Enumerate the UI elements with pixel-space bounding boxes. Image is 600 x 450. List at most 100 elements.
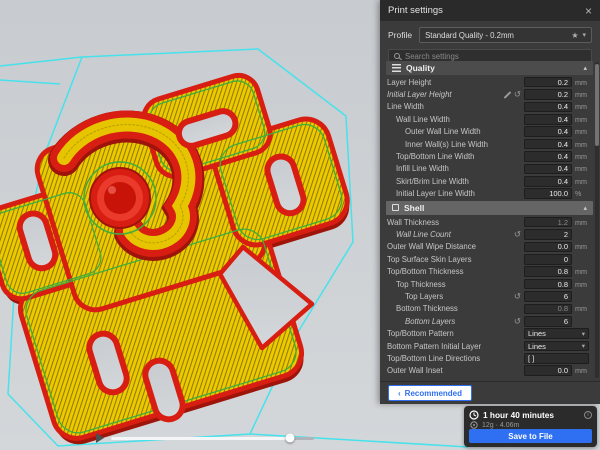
setting-row[interactable]: Initial Layer Line Width100.0% [380,188,593,200]
simulation-slider[interactable] [96,430,314,446]
setting-value-field[interactable]: 0.4 [524,126,572,137]
setting-row[interactable]: Top/Bottom Thickness0.8mm [380,265,593,277]
setting-value-field[interactable]: 100.0 [524,188,572,199]
quality-icon [392,64,401,72]
close-icon[interactable]: × [585,5,592,17]
setting-value-field[interactable]: 0 [524,254,572,265]
setting-row[interactable]: Wall Line Count↺2 [380,228,593,240]
setting-value-field[interactable]: 0.8 [524,304,572,315]
setting-value-field[interactable]: 0.4 [524,102,572,113]
panel-title: Print settings [388,5,443,16]
setting-row[interactable]: Outer Wall Inset0.0mm [380,365,593,377]
setting-unit: mm [575,242,589,251]
setting-label: Top Surface Skin Layers [387,255,521,264]
settings-list[interactable]: Quality▴Layer Height0.2mmInitial Layer H… [380,60,593,380]
reset-icon[interactable]: ↺ [514,292,521,301]
setting-unit: % [575,189,589,198]
setting-label: Initial Layer Height [387,90,500,99]
material-spool-icon [470,421,478,429]
setting-row[interactable]: Bottom Thickness0.8mm [380,303,593,315]
setting-row[interactable]: Top Thickness0.8mm [380,278,593,290]
reset-icon[interactable]: ↺ [514,317,521,326]
slider-track[interactable] [111,437,314,440]
scrollbar-thumb[interactable] [595,64,599,146]
setting-value-field[interactable]: 0.0 [524,242,572,253]
setting-row[interactable]: Wall Thickness1.2mm [380,216,593,228]
recommended-label: Recommended [405,389,462,398]
reset-icon[interactable]: ↺ [514,90,521,99]
slider-progress [111,437,290,440]
dropdown-value: Lines [528,329,546,338]
setting-row[interactable]: Inner Wall(s) Line Width0.4mm [380,138,593,150]
setting-dropdown[interactable]: Lines ▾ [524,328,589,339]
setting-value-field[interactable]: 0.4 [524,151,572,162]
setting-label: Layer Height [387,78,521,87]
setting-row[interactable]: Outer Wall Wipe Distance0.0mm [380,241,593,253]
setting-value-field[interactable]: 0.2 [524,77,572,88]
setting-row[interactable]: Line Width0.4mm [380,101,593,113]
setting-label: Line Width [387,102,521,111]
setting-row[interactable]: Top Surface Skin Layers0 [380,253,593,265]
setting-value-field[interactable]: 1.2 [524,217,572,228]
play-icon[interactable] [96,433,104,443]
print-job-summary: 1 hour 40 minutes i 12g · 4.06m Save to … [464,406,597,447]
setting-value-field[interactable]: 0.4 [524,139,572,150]
setting-row[interactable]: Bottom Pattern Initial LayerLines▾ [380,340,593,352]
save-to-file-button[interactable]: Save to File [469,429,592,443]
section-title: Quality [406,63,435,73]
chevron-up-icon: ▴ [583,204,587,212]
setting-row[interactable]: Wall Line Width0.4mm [380,113,593,125]
scrollbar[interactable] [595,62,599,378]
setting-unit: mm [575,164,589,173]
setting-label: Top/Bottom Line Width [396,152,521,161]
section-header-quality[interactable]: Quality▴ [386,61,593,75]
setting-label: Bottom Layers [405,317,511,326]
setting-label: Inner Wall(s) Line Width [405,140,521,149]
setting-row[interactable]: Top/Bottom Line Width0.4mm [380,150,593,162]
setting-unit: mm [575,127,589,136]
setting-value-field[interactable]: 0.2 [524,89,572,100]
reset-icon[interactable]: ↺ [514,230,521,239]
star-icon[interactable]: ★ [571,31,578,40]
setting-unit: mm [575,218,589,227]
setting-value-field[interactable]: 0.8 [524,279,572,290]
setting-value-field[interactable]: 6 [524,316,572,327]
setting-row[interactable]: Infill Line Width0.4mm [380,163,593,175]
setting-row[interactable]: Initial Layer Height↺0.2mm [380,88,593,100]
setting-unit: mm [575,267,589,276]
setting-value-field[interactable]: 0.4 [524,114,572,125]
setting-row[interactable]: Bottom Layers↺6 [380,315,593,327]
setting-row[interactable]: Layer Height0.2mm [380,76,593,88]
recommended-button[interactable]: ‹ Recommended [388,385,472,401]
setting-row[interactable]: Top/Bottom PatternLines▾ [380,327,593,339]
profile-dropdown[interactable]: Standard Quality - 0.2mm ★ ▾ [419,27,592,43]
setting-unit: mm [575,78,589,87]
setting-value-field[interactable]: 0.8 [524,266,572,277]
setting-value-field[interactable]: 0.0 [524,365,572,376]
info-icon[interactable]: i [584,411,592,419]
shell-icon [392,204,399,211]
setting-value-field[interactable]: 2 [524,229,572,240]
setting-label: Bottom Pattern Initial Layer [387,342,521,351]
model-cylinder [84,162,156,234]
setting-row[interactable]: Outer Wall Line Width0.4mm [380,126,593,138]
setting-label: Outer Wall Line Width [405,127,521,136]
chevron-down-icon: ▾ [582,31,586,39]
setting-value-field[interactable]: 0.4 [524,164,572,175]
setting-text-field[interactable]: [ ] [524,353,589,364]
chevron-down-icon: ▾ [582,330,585,338]
pencil-icon[interactable] [503,91,511,99]
setting-row[interactable]: Top Layers↺6 [380,290,593,302]
setting-row[interactable]: Top/Bottom Line Directions[ ] [380,352,593,364]
material-usage: 12g · 4.06m [482,422,519,429]
slider-handle[interactable] [285,434,294,443]
back-chevron-icon: ‹ [398,389,401,398]
clock-icon [469,410,479,420]
setting-unit: mm [575,140,589,149]
setting-value-field[interactable]: 0.4 [524,176,572,187]
setting-row[interactable]: Skirt/Brim Line Width0.4mm [380,175,593,187]
setting-value-field[interactable]: 6 [524,291,572,302]
setting-dropdown[interactable]: Lines▾ [524,341,589,352]
setting-unit: mm [575,366,589,375]
section-header-shell[interactable]: Shell▴ [386,201,593,215]
